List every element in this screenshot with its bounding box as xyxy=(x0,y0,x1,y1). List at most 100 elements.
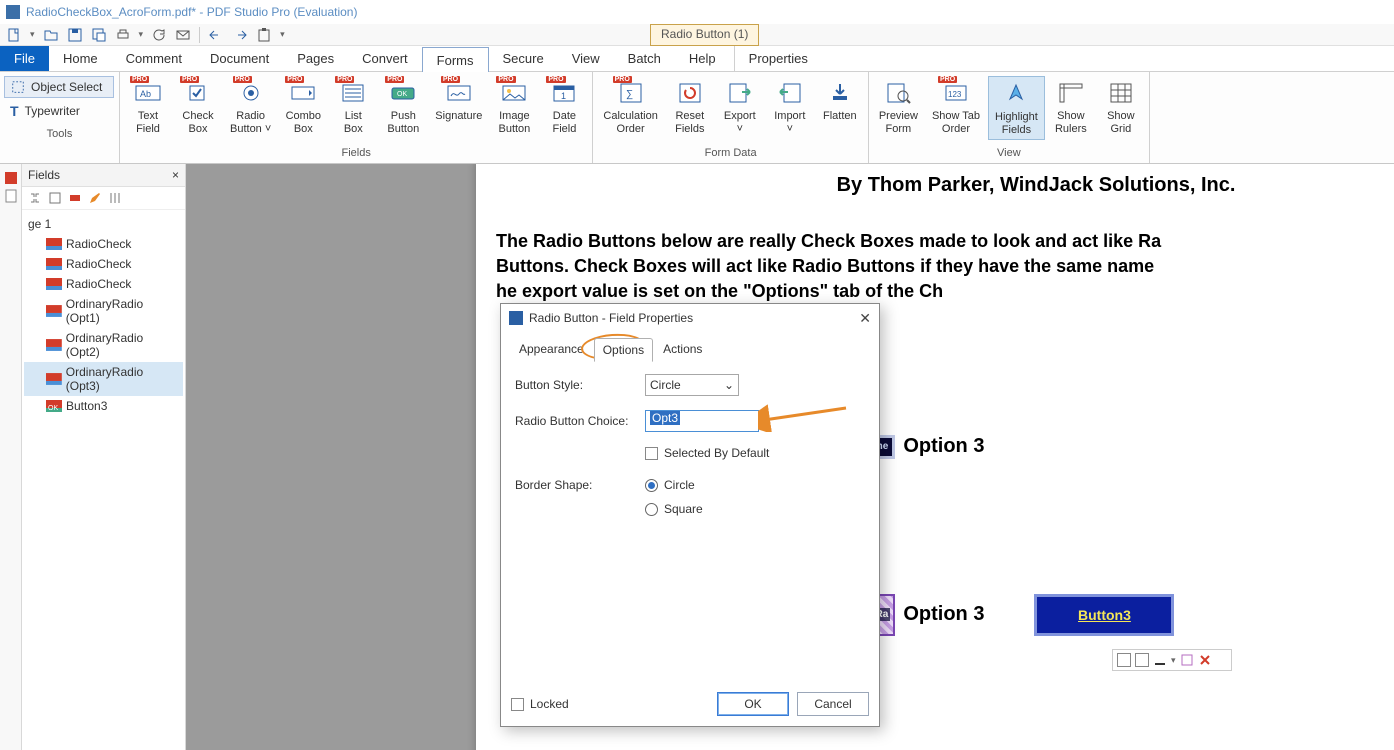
doc-intro: The Radio Buttons below are really Check… xyxy=(496,229,1394,305)
mini-delete-icon[interactable] xyxy=(1198,653,1212,667)
menu-comment[interactable]: Comment xyxy=(112,46,196,71)
save-icon[interactable] xyxy=(67,27,83,43)
pages-icon[interactable] xyxy=(3,188,19,204)
tree-item[interactable]: RadioCheck xyxy=(24,254,183,274)
selected-default-checkbox[interactable] xyxy=(645,447,658,460)
tree-item-selected[interactable]: OrdinaryRadio (Opt3) xyxy=(24,362,183,396)
save-as-icon[interactable] xyxy=(91,27,107,43)
paste-icon[interactable] xyxy=(256,27,272,43)
text-field-button[interactable]: AbText Field xyxy=(124,76,172,138)
open-icon[interactable] xyxy=(43,27,59,43)
tree-page[interactable]: ge 1 xyxy=(24,214,183,234)
mini-underline-icon[interactable] xyxy=(1153,653,1167,667)
tree-item[interactable]: OrdinaryRadio (Opt2) xyxy=(24,328,183,362)
dialog-title: Radio Button - Field Properties xyxy=(529,311,693,325)
show-rulers-button[interactable]: Show Rulers xyxy=(1047,76,1095,138)
check-box-button[interactable]: Check Box xyxy=(174,76,222,138)
typewriter-icon: T xyxy=(10,103,19,119)
ribbon-group-formdata-label: Form Data xyxy=(593,145,867,163)
push-button-button[interactable]: OKPush Button xyxy=(379,76,427,138)
preview-form-button[interactable]: Preview Form xyxy=(873,76,924,138)
quick-access-toolbar: ▾ ▾ ▾ Radio Button (1) xyxy=(0,24,1394,46)
menu-forms[interactable]: Forms xyxy=(422,47,489,72)
button-style-select[interactable]: Circle ⌄ xyxy=(645,374,739,396)
svg-text:Ab: Ab xyxy=(140,89,151,99)
combo-box-button[interactable]: Combo Box xyxy=(279,76,327,138)
ok-button[interactable]: OK xyxy=(717,692,789,716)
email-icon[interactable] xyxy=(175,27,191,43)
menu-convert[interactable]: Convert xyxy=(348,46,422,71)
tree-item[interactable]: RadioCheck xyxy=(24,234,183,254)
locked-label: Locked xyxy=(530,697,569,711)
new-icon[interactable] xyxy=(6,27,22,43)
list-box-button[interactable]: List Box xyxy=(329,76,377,138)
close-panel-icon[interactable]: × xyxy=(172,168,179,182)
print-icon[interactable] xyxy=(115,27,131,43)
doc-option3-label: Option 3 xyxy=(903,435,984,458)
edit-icon[interactable] xyxy=(88,191,102,205)
selection-mini-toolbar: ▾ xyxy=(1112,649,1232,671)
cancel-button[interactable]: Cancel xyxy=(797,692,869,716)
show-grid-button[interactable]: Show Grid xyxy=(1097,76,1145,138)
flatten-button[interactable]: Flatten xyxy=(816,76,864,125)
menu-properties[interactable]: Properties xyxy=(734,46,822,71)
border-square-radio[interactable] xyxy=(645,503,658,516)
mini-properties-icon[interactable] xyxy=(1180,653,1194,667)
doc-option3b-label: Option 3 xyxy=(903,603,984,626)
collapse-icon[interactable] xyxy=(48,191,62,205)
menu-file[interactable]: File xyxy=(0,46,49,71)
mini-box2-icon[interactable] xyxy=(1135,653,1149,667)
tree-item[interactable]: OrdinaryRadio (Opt1) xyxy=(24,294,183,328)
menu-view[interactable]: View xyxy=(558,46,614,71)
fields-panel-title: Fields xyxy=(28,168,60,182)
image-button-button[interactable]: Image Button xyxy=(490,76,538,138)
undo-icon[interactable] xyxy=(208,27,224,43)
border-shape-label: Border Shape: xyxy=(515,478,635,492)
settings-icon[interactable] xyxy=(108,191,122,205)
tab-appearance[interactable]: Appearance xyxy=(511,338,592,362)
rename-icon[interactable] xyxy=(68,191,82,205)
menu-document[interactable]: Document xyxy=(196,46,283,71)
locked-checkbox[interactable] xyxy=(511,698,524,711)
menu-secure[interactable]: Secure xyxy=(489,46,558,71)
tab-actions[interactable]: Actions xyxy=(655,338,710,362)
radio-choice-input[interactable]: Opt3 xyxy=(645,410,759,432)
dialog-close-icon[interactable]: ✕ xyxy=(859,310,871,327)
svg-text:OK: OK xyxy=(48,405,58,412)
context-tab[interactable]: Radio Button (1) xyxy=(650,24,759,46)
date-field-button[interactable]: 1Date Field xyxy=(540,76,588,138)
export-button[interactable]: Export ˅ xyxy=(716,76,764,138)
typewriter-button[interactable]: T Typewriter xyxy=(4,100,114,122)
window-title: RadioCheckBox_AcroForm.pdf* - PDF Studio… xyxy=(26,5,357,19)
border-circle-radio[interactable] xyxy=(645,479,658,492)
tab-options[interactable]: Options xyxy=(594,338,653,362)
radio-button-button[interactable]: Radio Button ˅ xyxy=(224,76,277,138)
reset-fields-button[interactable]: Reset Fields xyxy=(666,76,714,138)
button3-field[interactable]: Button3 xyxy=(1034,594,1174,636)
highlight-fields-button[interactable]: Highlight Fields xyxy=(988,76,1045,140)
thumbnails-icon[interactable] xyxy=(3,170,19,186)
menu-home[interactable]: Home xyxy=(49,46,112,71)
expand-icon[interactable] xyxy=(28,191,42,205)
signature-button[interactable]: Signature xyxy=(429,76,488,125)
svg-text:1: 1 xyxy=(561,91,566,101)
calculation-order-button[interactable]: ∑Calculation Order xyxy=(597,76,663,138)
import-button[interactable]: Import ˅ xyxy=(766,76,814,138)
fields-panel: Fields × ge 1 RadioCheck RadioCheck Radi… xyxy=(22,164,186,750)
revert-icon[interactable] xyxy=(151,27,167,43)
tree-item[interactable]: OKButton3 xyxy=(24,396,183,416)
show-tab-order-button[interactable]: 123Show Tab Order xyxy=(926,76,986,138)
menu-pages[interactable]: Pages xyxy=(283,46,348,71)
app-icon xyxy=(6,5,20,19)
selected-default-label: Selected By Default xyxy=(664,446,769,460)
object-select-button[interactable]: Object Select xyxy=(4,76,114,98)
redo-icon[interactable] xyxy=(232,27,248,43)
menu-batch[interactable]: Batch xyxy=(614,46,675,71)
left-strip xyxy=(0,164,22,750)
menu-help[interactable]: Help xyxy=(675,46,730,71)
mini-box-icon[interactable] xyxy=(1117,653,1131,667)
doc-author: By Thom Parker, WindJack Solutions, Inc. xyxy=(496,174,1394,197)
svg-text:123: 123 xyxy=(948,90,962,99)
field-properties-dialog: Radio Button - Field Properties ✕ Appear… xyxy=(500,303,880,727)
tree-item[interactable]: RadioCheck xyxy=(24,274,183,294)
